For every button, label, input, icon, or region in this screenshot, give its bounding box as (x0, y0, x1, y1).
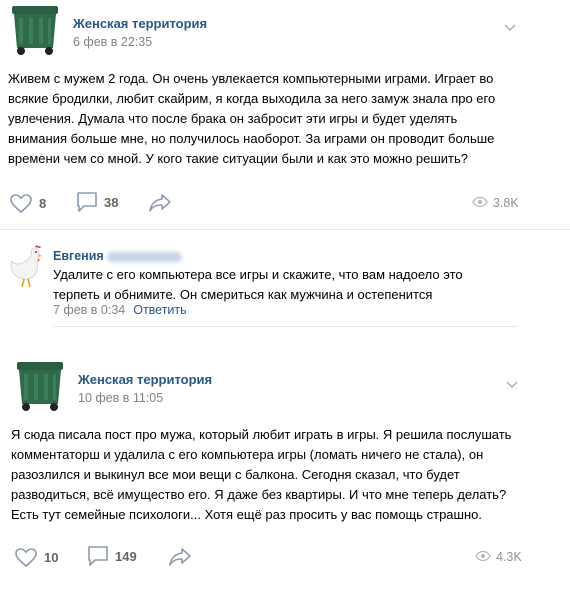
speech-bubble-icon (76, 191, 98, 213)
post-text-line: всякие бродилки, любит скайрим, я когда … (8, 91, 496, 106)
views-count: 3.8K (493, 196, 519, 210)
post-text-line: Живем с мужем 2 года. Он очень увлекаетс… (8, 71, 494, 86)
post-text-line: внимания больше мне, но получилось наобо… (8, 131, 495, 146)
share-arrow-icon (148, 193, 172, 213)
blurred-surname (107, 252, 182, 262)
heart-icon (14, 547, 38, 568)
post-text-line: разводиться, всё имущество его. Я даже б… (11, 487, 507, 502)
post-text-line: Я сюда писала пост про мужа, который люб… (11, 427, 512, 442)
share-arrow-icon (168, 547, 192, 567)
like-button[interactable]: 10 (14, 547, 58, 568)
post-1: Женская территория 6 фев в 22:35 Живем с… (0, 0, 570, 230)
post-text-line: времени чем со мной. У кого такие ситуац… (8, 151, 469, 166)
chevron-down-icon[interactable] (505, 377, 519, 389)
comment: Евгения Удалите с его компьютера все игр… (0, 230, 570, 330)
white-chicken-icon[interactable] (8, 243, 46, 289)
post-text: Живем с мужем 2 года. Он очень увлекаетс… (8, 69, 495, 169)
post-author[interactable]: Женская территория (78, 372, 212, 387)
comment-meta: 7 фев в 0:34 Ответить (53, 303, 187, 317)
green-trash-bin-icon[interactable] (7, 4, 63, 56)
share-button[interactable] (168, 547, 192, 567)
post-text: Я сюда писала пост про мужа, который люб… (11, 425, 511, 525)
post-text-line: увлечения. Думала что после брака он заб… (8, 111, 458, 126)
post-text-line: Есть тут семейные психологи... Хотя ещё … (11, 507, 482, 522)
comment-text: Удалите с его компьютера все игры и скаж… (53, 265, 463, 305)
divider (53, 326, 518, 327)
post-date[interactable]: 6 фев в 22:35 (73, 35, 152, 49)
green-trash-bin-icon[interactable] (12, 360, 68, 412)
comment-button[interactable]: 149 (87, 545, 137, 567)
post-author[interactable]: Женская территория (73, 16, 207, 31)
comment-text-line: Удалите с его компьютера все игры и скаж… (53, 267, 463, 282)
views-counter: 3.8K (472, 196, 519, 210)
comment-count: 149 (115, 548, 137, 564)
like-count: 10 (44, 550, 59, 565)
speech-bubble-icon (87, 545, 109, 567)
comment-button[interactable]: 38 (76, 191, 118, 213)
comment-date[interactable]: 7 фев в 0:34 (53, 303, 125, 317)
reply-link[interactable]: Ответить (133, 303, 186, 317)
post-text-line: комментаторш и удалила с его компьютера … (11, 447, 484, 462)
eye-icon (472, 196, 488, 210)
views-count: 4.3K (496, 550, 522, 564)
heart-icon (9, 193, 33, 214)
like-button[interactable]: 8 (9, 193, 46, 214)
comment-author[interactable]: Евгения (53, 249, 104, 263)
post-2: Женская территория 10 фев в 11:05 Я сюда… (0, 352, 570, 595)
share-button[interactable] (148, 193, 172, 213)
eye-icon (475, 550, 491, 564)
chevron-down-icon[interactable] (503, 20, 517, 32)
comment-count: 38 (104, 194, 119, 210)
post-text-line: разозлился и выкинул все мои вещи с балк… (11, 467, 460, 482)
views-counter: 4.3K (475, 550, 522, 564)
post-date[interactable]: 10 фев в 11:05 (78, 391, 163, 405)
like-count: 8 (39, 196, 47, 211)
comment-text-line: терпеть и обнимите. Он смериться как муж… (53, 287, 433, 302)
